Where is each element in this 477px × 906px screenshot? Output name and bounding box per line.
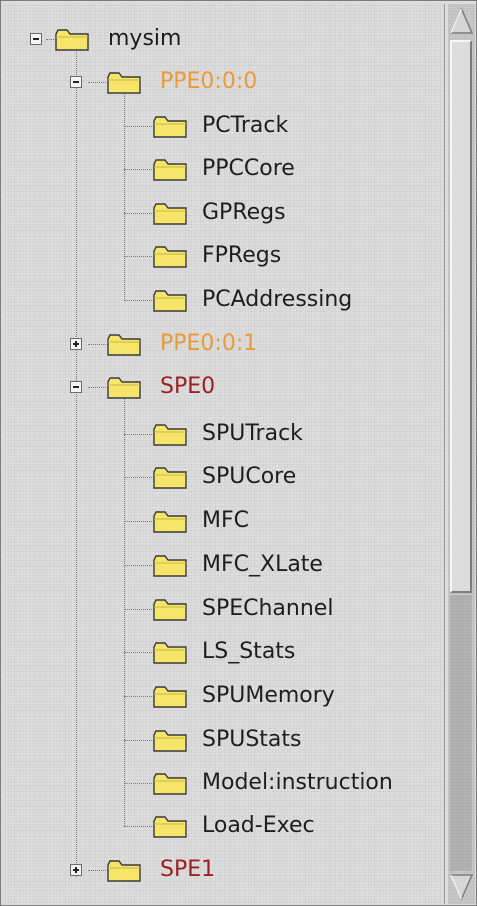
folder-icon <box>153 511 187 533</box>
tree-node-label: GPRegs <box>202 200 286 225</box>
tree-panel: mysim PPE0:0:0 PCTrack PPCCore GPRegs FP… <box>4 4 445 904</box>
tree-node-ppe0-0-0[interactable]: PPE0:0:0 <box>4 60 444 104</box>
folder-icon <box>153 467 187 489</box>
tree-node-label: PCAddressing <box>202 287 353 312</box>
collapse-toggle-icon[interactable] <box>70 76 82 88</box>
tree-node-ls-stats[interactable]: LS_Stats <box>4 630 444 674</box>
scrollbar-thumb[interactable] <box>450 40 472 593</box>
tree-node-gpregs[interactable]: GPRegs <box>4 191 444 235</box>
collapse-toggle-icon[interactable] <box>70 381 82 393</box>
tree-node-sputrack[interactable]: SPUTrack <box>4 412 444 456</box>
folder-icon <box>153 159 187 181</box>
folder-icon <box>107 377 141 399</box>
tree-node-fpregs[interactable]: FPRegs <box>4 234 444 278</box>
tree-node-pcaddressing[interactable]: PCAddressing <box>4 278 444 322</box>
tree-node-pctrack[interactable]: PCTrack <box>4 104 444 148</box>
tree-node-label: FPRegs <box>202 243 282 268</box>
folder-icon <box>153 686 187 708</box>
tree-node-label: PPE0:0:0 <box>160 69 258 94</box>
tree-node-label: MFC_XLate <box>202 552 323 577</box>
tree-node-model-instruction[interactable]: Model:instruction <box>4 761 444 805</box>
tree-node-spustats[interactable]: SPUStats <box>4 718 444 762</box>
folder-icon <box>153 816 187 838</box>
tree-node-spucore[interactable]: SPUCore <box>4 455 444 499</box>
folder-icon <box>153 424 187 446</box>
expand-toggle-icon[interactable] <box>70 864 82 876</box>
folder-icon <box>55 29 89 51</box>
tree-node-mfc-xlate[interactable]: MFC_XLate <box>4 543 444 587</box>
tree-node-label: SPUCore <box>202 464 297 489</box>
expand-toggle-icon[interactable] <box>70 338 82 350</box>
scroll-down-arrow-icon[interactable] <box>448 872 475 902</box>
tree-node-mfc[interactable]: MFC <box>4 499 444 543</box>
tree-node-spe0[interactable]: SPE0 <box>4 365 444 409</box>
tree-node-label: Model:instruction <box>202 770 393 795</box>
tree-node-label: SPUMemory <box>202 683 335 708</box>
tree-node-ppccore[interactable]: PPCCore <box>4 147 444 191</box>
folder-icon <box>153 773 187 795</box>
tree-node-label: LS_Stats <box>202 639 296 664</box>
tree-node-label: Load-Exec <box>202 813 315 838</box>
tree-node-label: PCTrack <box>202 113 289 138</box>
folder-icon <box>153 642 187 664</box>
scrollbar-trough[interactable] <box>450 595 472 871</box>
folder-icon <box>153 246 187 268</box>
tree-node-spumemory[interactable]: SPUMemory <box>4 674 444 718</box>
folder-icon <box>107 72 141 94</box>
tree-view-window: mysim PPE0:0:0 PCTrack PPCCore GPRegs FP… <box>0 0 477 906</box>
tree-node-spe1[interactable]: SPE1 <box>4 848 444 892</box>
tree-node-label: SPE1 <box>160 857 216 882</box>
folder-icon <box>107 860 141 882</box>
folder-icon <box>153 116 187 138</box>
tree-node-spechannel[interactable]: SPEChannel <box>4 587 444 631</box>
tree-node-label: PPE0:0:1 <box>160 331 258 356</box>
tree-node-label: PPCCore <box>202 156 295 181</box>
folder-icon <box>107 334 141 356</box>
tree-node-label: mysim <box>108 26 182 51</box>
tree-node-label: SPEChannel <box>202 596 334 621</box>
scroll-up-arrow-icon[interactable] <box>448 6 475 36</box>
tree-node-ppe0-0-1[interactable]: PPE0:0:1 <box>4 322 444 366</box>
vertical-scrollbar[interactable] <box>448 4 475 904</box>
tree-node-label: SPUTrack <box>202 421 303 446</box>
tree-node-mysim[interactable]: mysim <box>4 17 444 61</box>
tree-node-label: MFC <box>202 508 249 533</box>
tree-node-label: SPUStats <box>202 727 302 752</box>
collapse-toggle-icon[interactable] <box>30 33 42 45</box>
folder-icon <box>153 599 187 621</box>
folder-icon <box>153 203 187 225</box>
folder-icon <box>153 730 187 752</box>
tree-node-label: SPE0 <box>160 374 216 399</box>
tree-node-load-exec[interactable]: Load-Exec <box>4 804 444 848</box>
folder-icon <box>153 290 187 312</box>
folder-icon <box>153 555 187 577</box>
